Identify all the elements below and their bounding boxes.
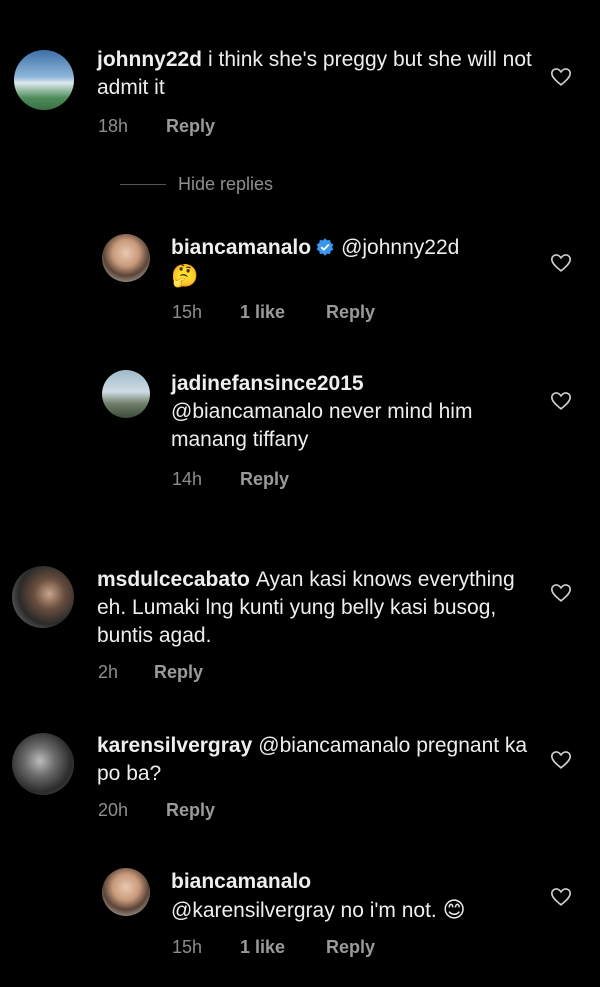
likes-count[interactable]: 1 like xyxy=(240,302,326,323)
reply-button[interactable]: Reply xyxy=(166,116,215,137)
hide-replies-button[interactable]: Hide replies xyxy=(120,174,273,195)
comment-time: 18h xyxy=(98,116,129,136)
divider xyxy=(120,184,166,185)
comment-username[interactable]: jadinefansince2015 xyxy=(171,370,535,398)
thinking-emoji: 🤔 xyxy=(171,263,199,288)
comment-time: 15h xyxy=(172,937,203,957)
heart-icon[interactable] xyxy=(550,749,572,771)
comment-username[interactable]: karensilvergray xyxy=(97,734,252,757)
avatar[interactable] xyxy=(102,370,150,418)
reply-button[interactable]: Reply xyxy=(154,662,203,683)
avatar[interactable] xyxy=(12,733,74,795)
comment-username[interactable]: biancamanalo xyxy=(171,236,311,259)
avatar[interactable] xyxy=(102,868,150,916)
smiling-emoji: 😊 xyxy=(442,897,466,922)
comment-text: @karensilvergray no i'm not. xyxy=(171,899,437,922)
verified-badge-icon xyxy=(316,238,334,256)
heart-icon[interactable] xyxy=(550,252,572,274)
heart-icon[interactable] xyxy=(550,582,572,604)
comment-text: @biancamanalo never mind him manang tiff… xyxy=(171,400,473,451)
mention-link[interactable]: @johnny22d xyxy=(341,236,459,259)
comment-time: 20h xyxy=(98,800,129,820)
hide-replies-label: Hide replies xyxy=(178,174,274,194)
reply-button[interactable]: Reply xyxy=(326,302,375,323)
comment-username[interactable]: johnny22d xyxy=(97,48,202,71)
avatar[interactable] xyxy=(102,234,150,282)
heart-icon[interactable] xyxy=(550,66,572,88)
avatar[interactable] xyxy=(12,566,74,628)
reply-button[interactable]: Reply xyxy=(240,469,289,490)
avatar[interactable] xyxy=(14,50,74,110)
comment-username[interactable]: biancamanalo xyxy=(171,868,525,896)
reply-button[interactable]: Reply xyxy=(326,937,375,958)
comment-username[interactable]: msdulcecabato xyxy=(97,568,250,591)
heart-icon[interactable] xyxy=(550,390,572,412)
comment-time: 2h xyxy=(98,662,119,682)
likes-count[interactable]: 1 like xyxy=(240,937,326,958)
reply-button[interactable]: Reply xyxy=(166,800,215,821)
comment-time: 14h xyxy=(172,469,203,489)
comment-time: 15h xyxy=(172,302,203,322)
heart-icon[interactable] xyxy=(550,886,572,908)
